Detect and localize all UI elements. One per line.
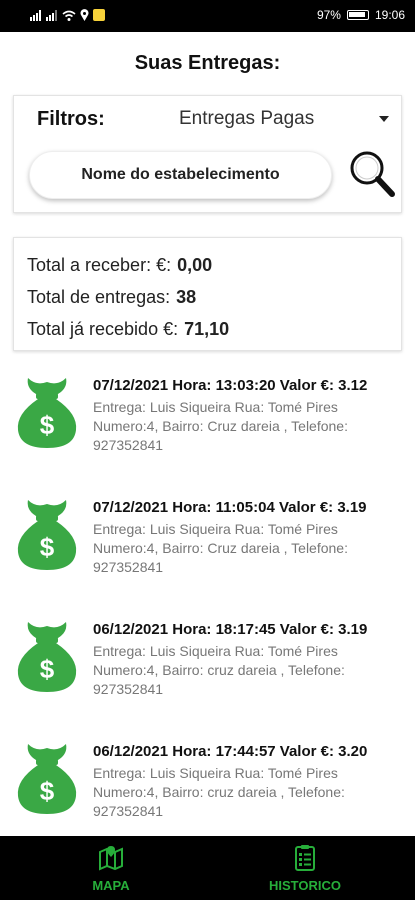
- delivery-header: 06/12/2021 Hora: 18:17:45 Valor €: 3.19: [93, 621, 368, 638]
- total-to-receive: Total a receber: €: 0,00: [27, 255, 212, 276]
- search-button[interactable]: [347, 148, 397, 200]
- delivery-header: 07/12/2021 Hora: 11:05:04 Valor €: 3.19: [93, 499, 367, 516]
- delivery-detail: Entrega: Luis Siqueira Rua: Tomé Pires N…: [93, 399, 348, 453]
- money-bag-icon: $: [17, 378, 77, 448]
- delivery-header: 06/12/2021 Hora: 17:44:57 Valor €: 3.20: [93, 743, 368, 760]
- svg-text:$: $: [40, 532, 55, 562]
- establishment-search-input[interactable]: Nome do estabelecimento: [29, 151, 332, 199]
- list-item[interactable]: $ 07/12/2021 Hora: 11:05:04 Valor €: 3.1…: [0, 494, 415, 616]
- signal-icon: [30, 9, 41, 21]
- money-bag-icon: $: [17, 500, 77, 570]
- clipboard-list-icon: [295, 845, 315, 871]
- delivery-header: 07/12/2021 Hora: 13:03:20 Valor €: 3.12: [93, 377, 368, 394]
- total-deliveries-value: 38: [176, 287, 197, 307]
- delivery-list[interactable]: $ 07/12/2021 Hora: 13:03:20 Valor €: 3.1…: [0, 368, 415, 836]
- nav-label-map: MAPA: [92, 878, 130, 893]
- battery-icon: [346, 10, 369, 20]
- nav-item-history[interactable]: HISTORICO: [245, 844, 365, 893]
- svg-text:$: $: [40, 654, 55, 684]
- money-bag-icon: $: [17, 744, 77, 814]
- delivery-detail: Entrega: Luis Siqueira Rua: Tomé Pires N…: [93, 643, 345, 697]
- bottom-navigation: MAPA HISTORICO: [0, 836, 415, 900]
- wifi-icon: [62, 10, 76, 21]
- battery-percent: 97%: [316, 8, 341, 22]
- nav-label-history: HISTORICO: [269, 878, 341, 893]
- money-bag-icon: $: [17, 622, 77, 692]
- totals-card: Total a receber: €: 0,00 Total de entrega…: [13, 237, 402, 351]
- svg-text:$: $: [40, 410, 55, 440]
- delivery-detail: Entrega: Luis Siqueira Rua: Tomé Pires N…: [93, 521, 348, 575]
- notification-icon: [93, 9, 105, 21]
- filter-label: Filtros:: [37, 108, 105, 130]
- status-icons-right: 97% 19:06: [317, 8, 405, 22]
- nav-item-map[interactable]: MAPA: [51, 844, 171, 893]
- map-icon: [99, 846, 123, 871]
- delivery-detail: Entrega: Luis Siqueira Rua: Tomé Pires N…: [93, 765, 345, 819]
- total-deliveries-label: Total de entregas:: [27, 287, 171, 307]
- search-input-placeholder: Nome do estabelecimento: [81, 166, 280, 183]
- status-icons-left: [30, 9, 105, 21]
- filter-dropdown[interactable]: Entregas Pagas: [179, 104, 389, 134]
- list-item[interactable]: $ 06/12/2021 Hora: 18:17:45 Valor €: 3.1…: [0, 616, 415, 738]
- total-to-receive-label: Total a receber: €:: [27, 255, 172, 275]
- list-item[interactable]: $ 07/12/2021 Hora: 13:03:20 Valor €: 3.1…: [0, 372, 415, 494]
- list-item[interactable]: $ 06/12/2021 Hora: 17:44:57 Valor €: 3.2…: [0, 738, 415, 836]
- magnifier-icon: [350, 151, 395, 197]
- signal-2-icon: [46, 9, 57, 21]
- svg-text:$: $: [40, 776, 55, 806]
- caret-down-icon: [379, 116, 389, 122]
- total-to-receive-value: 0,00: [177, 255, 213, 275]
- total-received-value: 71,10: [184, 319, 230, 339]
- status-bar: 97% 19:06: [0, 0, 415, 32]
- filter-selected-value: Entregas Pagas: [179, 108, 315, 129]
- location-icon: [80, 9, 89, 21]
- total-received: Total já recebido €: 71,10: [27, 319, 229, 340]
- page-title: Suas Entregas:: [134, 52, 281, 74]
- clock: 19:06: [374, 8, 405, 22]
- total-deliveries: Total de entregas: 38: [27, 287, 196, 308]
- filter-card: Filtros: Entregas Pagas Nome do estabele…: [13, 95, 402, 213]
- total-received-label: Total já recebido €:: [27, 319, 179, 339]
